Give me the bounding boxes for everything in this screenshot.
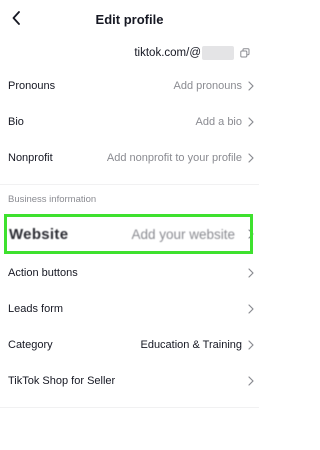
- chevron-right-icon: [248, 268, 254, 278]
- row-label: Action buttons: [8, 267, 78, 279]
- chevron-right-icon: [248, 117, 254, 127]
- back-button[interactable]: [4, 5, 30, 31]
- section-title-business: Business information: [8, 193, 97, 205]
- row-value: Add a bio: [195, 116, 242, 128]
- row-label: Nonprofit: [8, 152, 53, 164]
- chevron-right-icon: [248, 81, 254, 91]
- redacted-username: [202, 46, 234, 60]
- row-label: Leads form: [8, 303, 64, 315]
- row-bio[interactable]: Bio Add a bio: [0, 104, 259, 140]
- row-nonprofit[interactable]: Nonprofit Add nonprofit to your profile: [0, 140, 259, 176]
- row-action-buttons[interactable]: Action buttons: [0, 255, 259, 291]
- row-label: Website: [9, 225, 69, 243]
- row-value: Education & Training: [140, 339, 242, 351]
- row-leads-form[interactable]: Leads form: [0, 291, 259, 327]
- row-label: TikTok Shop for Seller: [8, 375, 116, 387]
- profile-url-row[interactable]: tiktok.com/@: [0, 38, 259, 68]
- row-value: Add pronouns: [173, 80, 243, 92]
- row-value: Add your website: [131, 226, 235, 242]
- chevron-left-icon: [12, 11, 20, 25]
- row-label: Pronouns: [8, 80, 56, 92]
- section-divider: [0, 407, 259, 408]
- row-tiktok-shop[interactable]: TikTok Shop for Seller: [0, 363, 259, 399]
- page-title: Edit profile: [95, 11, 164, 27]
- header: Edit profile: [0, 0, 259, 38]
- profile-url-text: tiktok.com/@: [134, 47, 201, 59]
- row-label: Bio: [8, 116, 24, 128]
- chevron-right-icon: [248, 304, 254, 314]
- row-value: Add nonprofit to your profile: [106, 152, 242, 164]
- chevron-right-icon: [248, 340, 254, 350]
- chevron-right-icon: [248, 376, 254, 386]
- chevron-right-icon: [248, 229, 254, 239]
- copy-icon[interactable]: [240, 48, 250, 58]
- row-category[interactable]: Category Education & Training: [0, 327, 259, 363]
- edit-profile-screen: Edit profile tiktok.com/@ Pronouns Add p…: [0, 0, 259, 450]
- row-pronouns[interactable]: Pronouns Add pronouns: [0, 68, 259, 104]
- row-label: Category: [8, 339, 53, 351]
- chevron-right-icon: [248, 153, 254, 163]
- row-website[interactable]: Website Add your website: [0, 213, 259, 255]
